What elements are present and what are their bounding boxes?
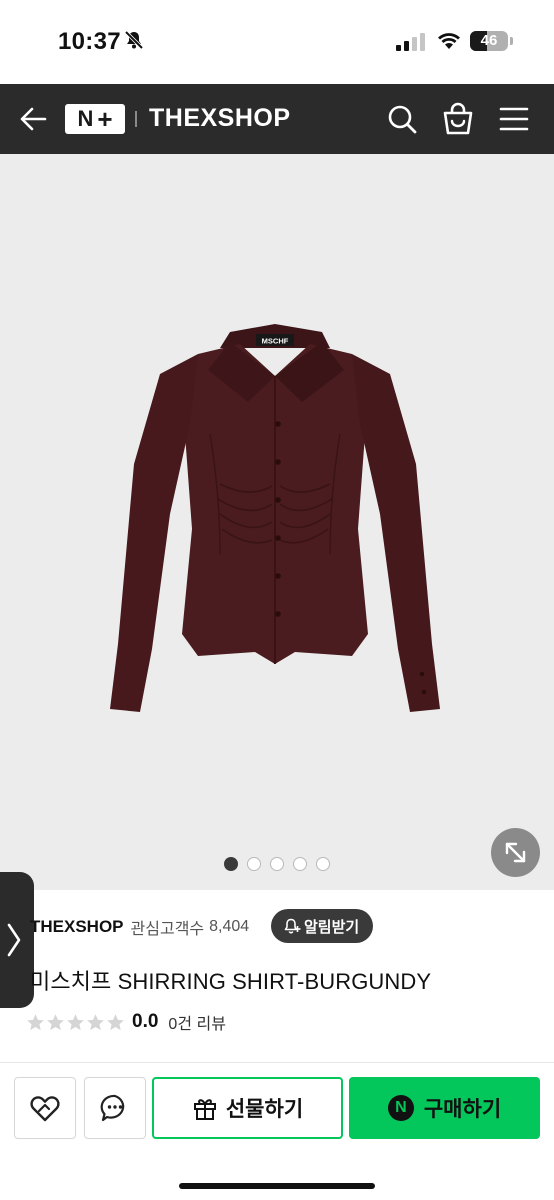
status-time: 10:37 [58,28,121,55]
menu-icon [499,107,529,131]
product-gallery[interactable]: MSCHF [0,154,554,890]
chat-icon [100,1094,125,1122]
star-icon [87,1013,104,1030]
product-title: 미스치프 SHIRRING SHIRT-BURGUNDY [30,969,432,994]
gallery-dot-3[interactable] [270,857,284,871]
logo-n: N [77,106,94,131]
gift-button[interactable]: 선물하기 [152,1077,343,1139]
header-divider [135,111,137,127]
gift-label: 선물하기 [225,1098,304,1121]
shopping-bag-icon [443,102,473,135]
product-image[interactable]: MSCHF [100,314,450,724]
heart-icon [30,1096,60,1122]
gallery-dot-4[interactable] [293,857,307,871]
back-arrow-icon [20,107,47,131]
naver-plus-logo[interactable]: N + [65,104,125,134]
bell-plus-icon [284,918,301,934]
rating-score: 0.0 [132,1011,159,1032]
zoom-button[interactable] [491,828,540,877]
rating-stars [26,1013,125,1032]
home-indicator [179,1183,375,1189]
bell-off-icon [124,30,144,55]
buy-label: 구매하기 [423,1098,502,1121]
gallery-dot-5[interactable] [316,857,330,871]
star-icon [47,1013,64,1030]
star-icon [107,1013,124,1030]
notify-button[interactable]: 알림받기 [271,909,374,943]
expand-icon [505,842,526,863]
talk-button[interactable] [84,1077,146,1139]
npay-icon: N [387,1095,414,1121]
side-drawer-handle[interactable] [0,872,34,1008]
follow-label: 관심고객수 [130,921,205,938]
like-button[interactable] [14,1077,76,1139]
follow-count: 8,404 [209,918,250,935]
app-header: N + THEXSHOP [0,84,554,154]
header-brand[interactable]: THEXSHOP [149,104,291,133]
logo-plus: + [97,104,113,134]
chevron-right-icon [7,923,21,957]
search-icon [388,105,417,134]
buy-button[interactable]: N 구매하기 [349,1077,540,1139]
battery-icon: 46 [470,31,508,51]
seller-row: THEXSHOP 관심고객수 8,404 [30,912,249,942]
gift-icon [193,1099,216,1120]
menu-button[interactable] [499,105,529,133]
review-count[interactable]: 0건 리뷰 [168,1010,226,1034]
garment-label: MSCHF [262,337,289,346]
notify-label: 알림받기 [304,918,360,936]
star-icon [27,1013,44,1030]
bottom-action-bar: 선물하기 N 구매하기 [0,1062,554,1200]
search-button[interactable] [386,103,418,135]
wifi-icon [436,30,462,55]
back-button[interactable] [18,103,50,135]
gallery-dot-2[interactable] [247,857,261,871]
cart-button[interactable] [442,102,474,136]
status-bar: 10:37 46 [0,0,554,84]
star-icon [67,1013,84,1030]
signal-icon [396,33,426,56]
rating-row[interactable]: 0.0 0건 리뷰 [26,1010,226,1034]
seller-name[interactable]: THEXSHOP [30,917,124,937]
gallery-dot-1[interactable] [224,857,238,871]
gallery-dots [224,857,330,871]
battery-level: 46 [480,32,498,49]
battery-cap [510,37,513,45]
